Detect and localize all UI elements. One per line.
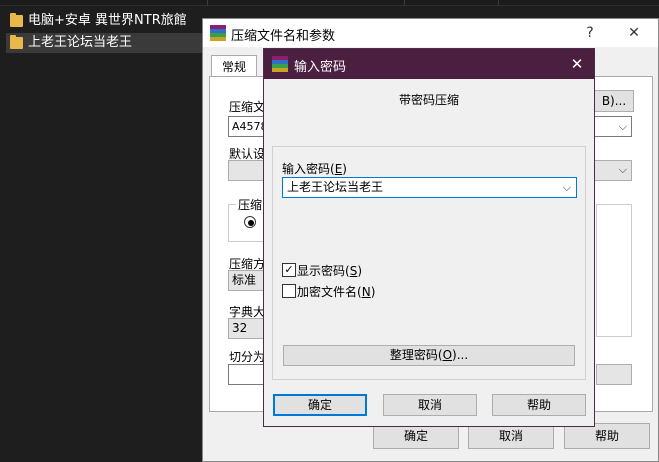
window-titlebar[interactable]: 压缩文件名和参数 ? ✕: [203, 19, 658, 47]
help-icon[interactable]: ?: [579, 23, 601, 43]
window-title: 压缩文件名和参数: [231, 29, 336, 44]
dialog-ok-button[interactable]: 确定: [273, 394, 367, 416]
show-password-text: 显示密码: [297, 264, 346, 278]
column-separator: [498, 0, 499, 6]
options-group: [596, 204, 632, 337]
split-volume-combo[interactable]: [596, 364, 632, 385]
hotkey: E: [334, 162, 343, 176]
show-password-checkbox[interactable]: ✓: [282, 263, 296, 277]
archive-name-label: 压缩文: [229, 100, 266, 114]
hotkey: O: [442, 348, 453, 362]
split-volume-input[interactable]: [228, 364, 268, 385]
archive-name-input[interactable]: A4578: [228, 116, 268, 137]
password-label-text: 输入密码: [282, 162, 331, 176]
winrar-icon: [272, 56, 288, 72]
folder-icon: [10, 13, 23, 27]
explorer-header: [0, 0, 659, 6]
profile-combo[interactable]: [228, 160, 268, 181]
chevron-down-icon: ⌵: [618, 120, 627, 133]
password-input[interactable]: 上老王论坛当老王 ⌵: [282, 177, 577, 198]
file-row-selected[interactable]: 上老王论坛当老王: [6, 33, 204, 53]
show-password-label: 显示密码(S): [297, 264, 363, 278]
browse-button[interactable]: B)...: [594, 90, 634, 112]
format-group-label: 压缩: [236, 196, 265, 213]
file-name: 上老王论坛当老王: [28, 35, 133, 50]
chevron-down-icon[interactable]: ⌵: [563, 178, 571, 197]
dialog-titlebar[interactable]: 输入密码 ✕: [264, 49, 594, 79]
encrypt-names-text: 加密文件名: [297, 285, 358, 299]
split-volume-label: 切分为: [229, 350, 266, 364]
column-separator: [207, 0, 208, 6]
dialog-heading: 带密码压缩: [398, 93, 459, 107]
column-separator: [404, 0, 405, 6]
tab-general[interactable]: 常规: [211, 55, 257, 77]
close-icon[interactable]: ✕: [566, 54, 588, 74]
archive-name-dropdown[interactable]: ⌵: [594, 116, 632, 137]
encrypt-names-checkbox[interactable]: [282, 284, 296, 298]
dialog-cancel-button[interactable]: 取消: [383, 394, 477, 416]
password-value: 上老王论坛当老王: [287, 180, 384, 194]
dialog-help-button[interactable]: 帮助: [492, 394, 586, 416]
file-name: 电脑+安卓 異世界NTR旅館: [28, 13, 187, 28]
format-radio[interactable]: [244, 216, 256, 228]
file-row[interactable]: 电脑+安卓 異世界NTR旅館: [6, 11, 204, 31]
method-combo[interactable]: 标准: [228, 270, 268, 291]
hotkey: S: [349, 264, 358, 278]
close-icon[interactable]: ✕: [623, 23, 645, 43]
organize-passwords-button[interactable]: 整理密码(O)...: [283, 345, 575, 366]
chevron-down-icon: ⌵: [618, 163, 627, 176]
winrar-icon: [210, 25, 226, 41]
password-label: 输入密码(E): [282, 162, 347, 176]
folder-icon: [10, 35, 23, 49]
organize-passwords-text: 整理密码: [389, 348, 438, 362]
dictionary-size-combo[interactable]: 32: [228, 318, 268, 339]
encrypt-names-label: 加密文件名(N): [297, 285, 376, 299]
profile-dropdown[interactable]: ⌵: [594, 160, 632, 181]
enter-password-dialog: 输入密码 ✕ 带密码压缩 输入密码(E) 上老王论坛当老王 ⌵ ✓ 显示密码(S…: [263, 48, 595, 427]
hotkey: N: [361, 285, 371, 299]
dialog-title: 输入密码: [294, 60, 347, 75]
